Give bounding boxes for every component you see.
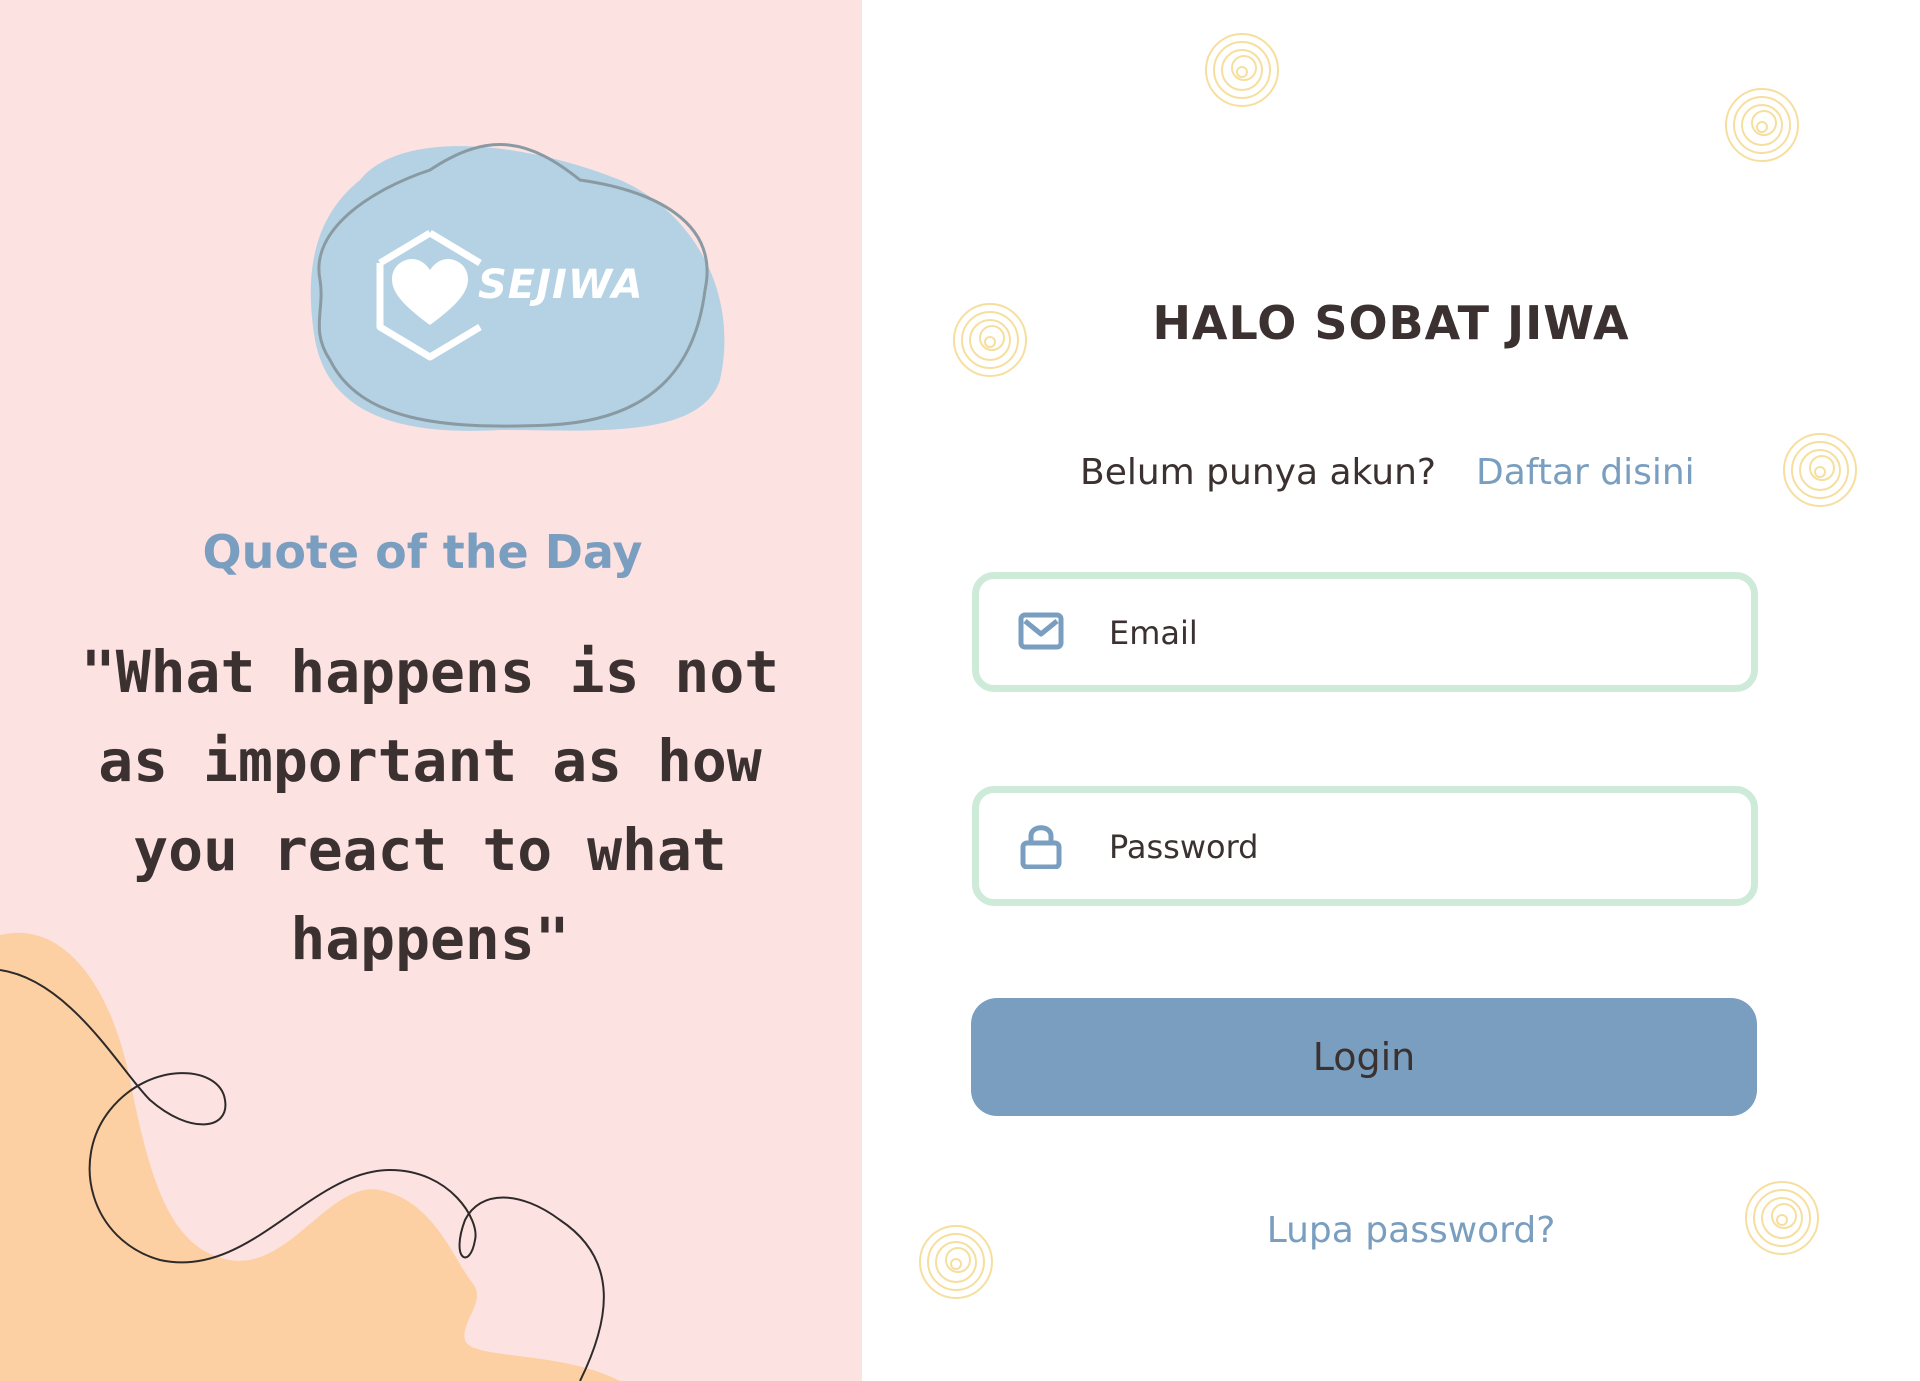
greeting-title: HALO SOBAT JIWA — [1152, 296, 1630, 350]
quote-heading: Quote of the Day — [202, 525, 643, 579]
brand-name: SEJIWA — [478, 262, 644, 308]
email-field[interactable] — [972, 572, 1758, 692]
decorative-wave — [0, 932, 620, 1381]
signup-row: Belum punya akun? Daftar disini — [1080, 452, 1695, 493]
heart-hexagon-icon — [376, 229, 482, 361]
forgot-password-link[interactable]: Lupa password? — [862, 1210, 1920, 1251]
envelope-icon — [1018, 612, 1064, 650]
password-input[interactable] — [1107, 813, 1711, 881]
password-field[interactable] — [972, 786, 1758, 906]
email-input[interactable] — [1107, 599, 1711, 667]
doodle-circle-icon — [1725, 88, 1799, 162]
signup-prompt: Belum punya akun? — [1080, 452, 1437, 493]
signup-link[interactable]: Daftar disini — [1476, 452, 1695, 493]
brand-logo: SEJIWA — [290, 120, 750, 450]
doodle-circle-icon — [1783, 433, 1857, 507]
login-button[interactable]: Login — [971, 998, 1757, 1116]
lock-icon — [1020, 825, 1062, 869]
left-panel: SEJIWA Quote of the Day "What happens is… — [0, 0, 862, 1381]
login-panel: HALO SOBAT JIWA Belum punya akun? Daftar … — [862, 0, 1920, 1381]
doodle-circle-icon — [1205, 33, 1279, 107]
